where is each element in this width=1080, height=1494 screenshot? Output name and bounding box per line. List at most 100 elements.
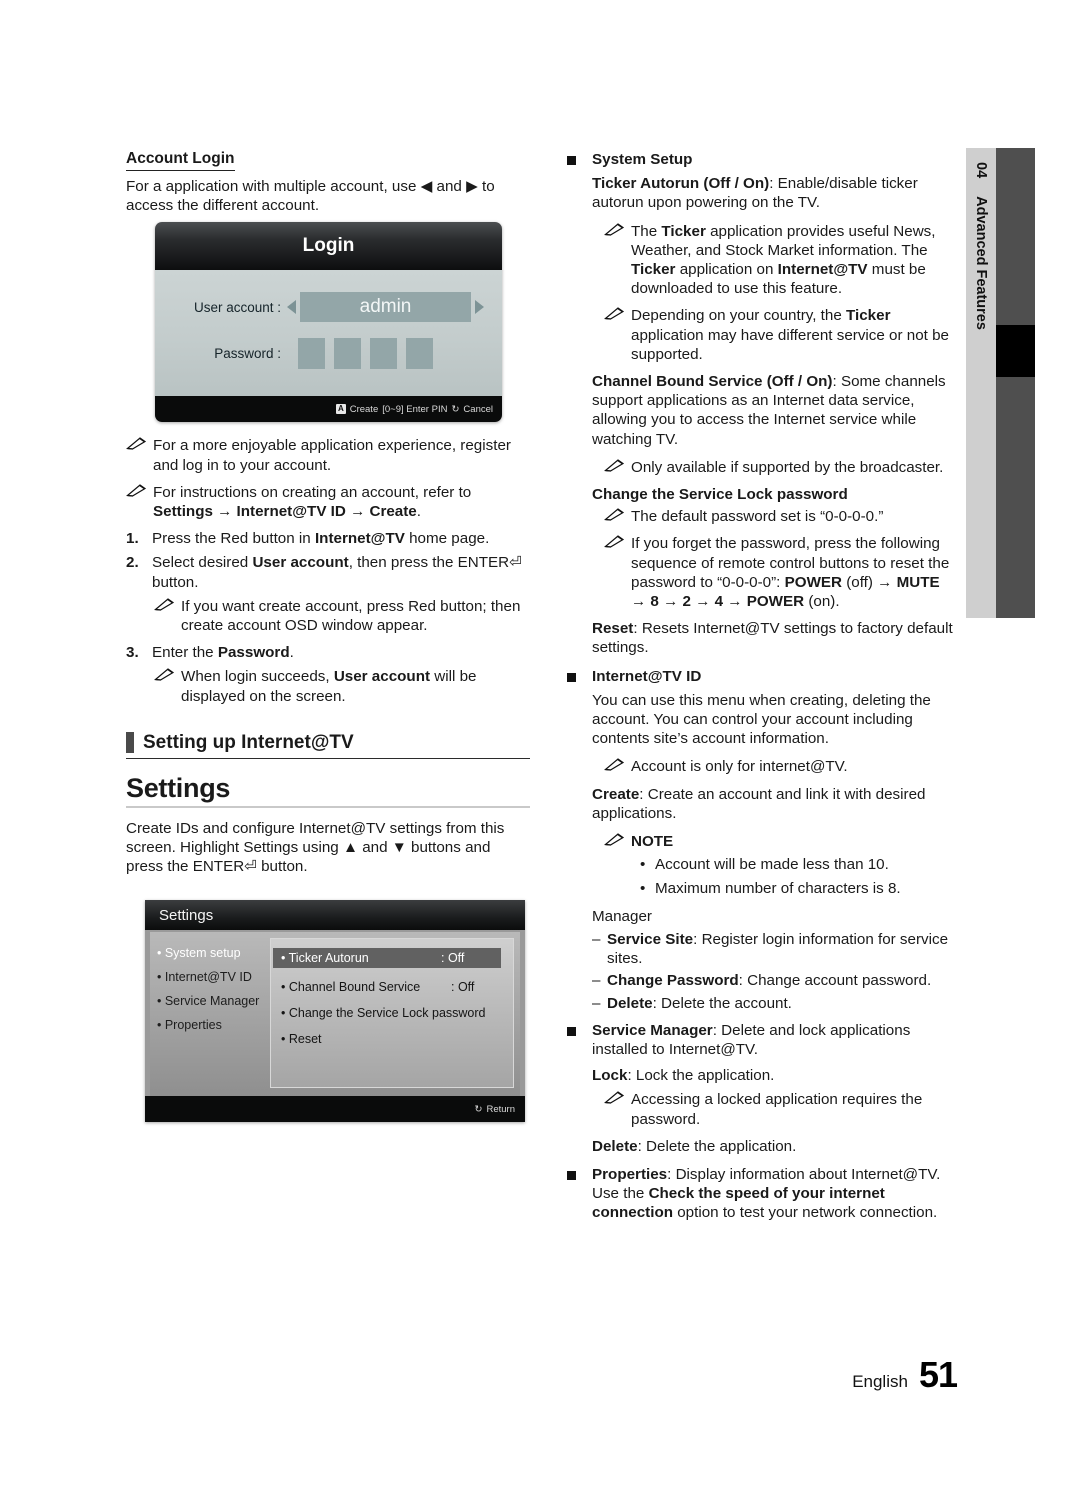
settings-menu-item-internet-tv-id[interactable]: • Internet@TV ID bbox=[157, 970, 267, 984]
note-broadcaster: Only available if supported by the broad… bbox=[604, 458, 955, 477]
step-text-bold: Password bbox=[217, 644, 290, 662]
pencil-icon bbox=[604, 458, 626, 477]
return-label: Return bbox=[486, 1103, 515, 1115]
chapter-number: 04 bbox=[973, 162, 989, 179]
arrow-right-icon[interactable] bbox=[475, 300, 484, 314]
user-account-label: User account : bbox=[193, 299, 281, 315]
pencil-icon bbox=[604, 1090, 626, 1109]
note-text: Depending on your country, the Ticker ap… bbox=[631, 307, 949, 363]
option-channel-bound-service[interactable]: • Channel Bound Service : Off bbox=[281, 980, 503, 994]
step-number: 2. bbox=[126, 554, 139, 572]
footer-page-number: 51 bbox=[918, 1354, 958, 1395]
option-label: • Change the Service Lock password bbox=[281, 1006, 486, 1020]
manager-item-change-password: – Change Password: Change account passwo… bbox=[592, 971, 955, 990]
settings-menu-item-service-manager[interactable]: • Service Manager bbox=[157, 994, 267, 1008]
settings-heading-rule bbox=[126, 805, 530, 808]
right-column: System Setup Ticker Autorun (Off / On) : … bbox=[567, 150, 955, 1228]
service-manager-content: Lock: Lock the application. Accessing a … bbox=[592, 1066, 955, 1156]
pencil-icon bbox=[604, 507, 626, 526]
step-text-plain2: . bbox=[289, 644, 294, 662]
step-text: Press the Red button in Internet@TV home… bbox=[152, 529, 530, 548]
chapter-index-tab: 04 Advanced Features bbox=[966, 148, 996, 618]
step-text-bold: Internet@TV bbox=[314, 530, 405, 548]
manager-item-desc: : Change account password. bbox=[738, 972, 932, 990]
password-cell[interactable] bbox=[334, 338, 361, 369]
settings-menu-item-system-setup[interactable]: • System setup bbox=[157, 946, 267, 960]
manager-item-text: Change Password: Change account password… bbox=[607, 971, 955, 990]
bullet-system-setup: System Setup bbox=[567, 150, 955, 169]
square-bullet-icon bbox=[567, 667, 592, 686]
note-text-bold: Settings → Internet@TV ID → Create bbox=[153, 503, 417, 521]
note-bullet-text: Maximum number of characters is 8. bbox=[655, 879, 901, 897]
login-osd-titlebar: Login bbox=[155, 222, 502, 270]
note-login-succeeds: When login succeeds, User account will b… bbox=[154, 667, 530, 705]
ticker-autorun-bold: Ticker Autorun (Off / On) bbox=[592, 175, 770, 193]
option-label: • Ticker Autorun bbox=[281, 951, 369, 965]
option-label: • Reset bbox=[281, 1032, 322, 1046]
step-text-plain2: home page. bbox=[404, 530, 490, 548]
arrow-left-icon[interactable] bbox=[287, 300, 296, 314]
create-bold: Create bbox=[592, 785, 640, 803]
step-text-plain: Enter the bbox=[152, 644, 218, 662]
step-text-bold: User account bbox=[252, 554, 349, 572]
dash-icon: – bbox=[592, 972, 601, 990]
step-number: 3. bbox=[126, 644, 139, 662]
option-reset[interactable]: • Reset bbox=[281, 1032, 503, 1046]
option-ticker-autorun[interactable]: • Ticker Autorun : Off bbox=[273, 948, 501, 968]
channel-bound-bold: Channel Bound Service (Off / On) bbox=[592, 373, 833, 391]
service-manager-bold: Service Manager bbox=[592, 1021, 713, 1039]
bullet-internet-tv-id: Internet@TV ID bbox=[567, 667, 955, 686]
return-arrow-icon: ↻ bbox=[474, 1103, 483, 1115]
user-account-value-box[interactable]: admin bbox=[300, 292, 471, 322]
password-label: Password : bbox=[214, 346, 281, 361]
channel-bound-paragraph: Channel Bound Service (Off / On): Some c… bbox=[592, 372, 955, 449]
bullet-properties: Properties: Display information about In… bbox=[567, 1165, 955, 1223]
pencil-icon bbox=[604, 757, 626, 776]
system-setup-heading: System Setup bbox=[592, 151, 693, 168]
create-text: : Create an account and link it with des… bbox=[592, 785, 926, 822]
password-cells[interactable] bbox=[298, 338, 433, 369]
note-text: If you forget the password, press the fo… bbox=[631, 535, 950, 611]
step-text-plain: Select desired bbox=[152, 554, 253, 572]
square-bullet-icon bbox=[567, 150, 592, 169]
settings-osd-title: Settings bbox=[159, 906, 214, 924]
section-title-setting-up: Setting up Internet@TV bbox=[126, 731, 530, 759]
create-paragraph: Create: Create an account and link it wi… bbox=[592, 785, 955, 823]
section-tab-marker bbox=[126, 731, 134, 753]
user-account-value: admin bbox=[359, 296, 412, 317]
manager-item-delete: – Delete: Delete the account. bbox=[592, 994, 955, 1013]
pencil-icon bbox=[126, 436, 148, 455]
option-change-service-lock-password[interactable]: • Change the Service Lock password bbox=[281, 1006, 503, 1020]
password-cell[interactable] bbox=[406, 338, 433, 369]
square-bullet-icon bbox=[567, 1021, 592, 1059]
manager-item-bold: Change Password bbox=[607, 972, 739, 990]
manager-item-desc: : Delete the account. bbox=[652, 994, 792, 1012]
settings-return-hint: ↻ Return bbox=[475, 1104, 515, 1115]
password-cell[interactable] bbox=[298, 338, 325, 369]
manager-item-text: Delete: Delete the account. bbox=[607, 994, 955, 1013]
delete-bold: Delete bbox=[592, 1137, 638, 1155]
round-bullet-icon: • bbox=[640, 856, 646, 874]
page-footer: English 51 bbox=[852, 1354, 958, 1396]
settings-menu-item-properties[interactable]: • Properties bbox=[157, 1018, 267, 1032]
pencil-icon bbox=[604, 534, 626, 553]
option-value: : Off bbox=[441, 951, 465, 965]
note-ticker-country: Depending on your country, the Ticker ap… bbox=[604, 306, 955, 364]
manual-page: Account Login For a application with mul… bbox=[0, 0, 1080, 1494]
pencil-icon bbox=[154, 597, 176, 616]
bullet-service-manager: Service Manager: Delete and lock applica… bbox=[567, 1021, 955, 1059]
pencil-icon bbox=[126, 483, 148, 502]
note-text: Only available if supported by the broad… bbox=[631, 458, 944, 476]
pencil-icon bbox=[154, 667, 176, 686]
settings-osd-body: • System setup • Internet@TV ID • Servic… bbox=[150, 932, 520, 1096]
step-2: 2. Select desired User account, then pre… bbox=[126, 553, 530, 591]
internet-tv-id-content: You can use this menu when creating, del… bbox=[592, 691, 955, 1013]
step-1: 1. Press the Red button in Internet@TV h… bbox=[126, 529, 530, 548]
pencil-icon bbox=[604, 306, 626, 325]
password-cell[interactable] bbox=[370, 338, 397, 369]
hint-enter-pin: [0~9] Enter PIN bbox=[382, 403, 448, 415]
properties-text: Properties: Display information about In… bbox=[592, 1165, 955, 1223]
account-login-heading: Account Login bbox=[126, 150, 235, 171]
square-bullet-icon bbox=[567, 1165, 592, 1223]
note-text: Account is only for internet@TV. bbox=[631, 758, 848, 776]
